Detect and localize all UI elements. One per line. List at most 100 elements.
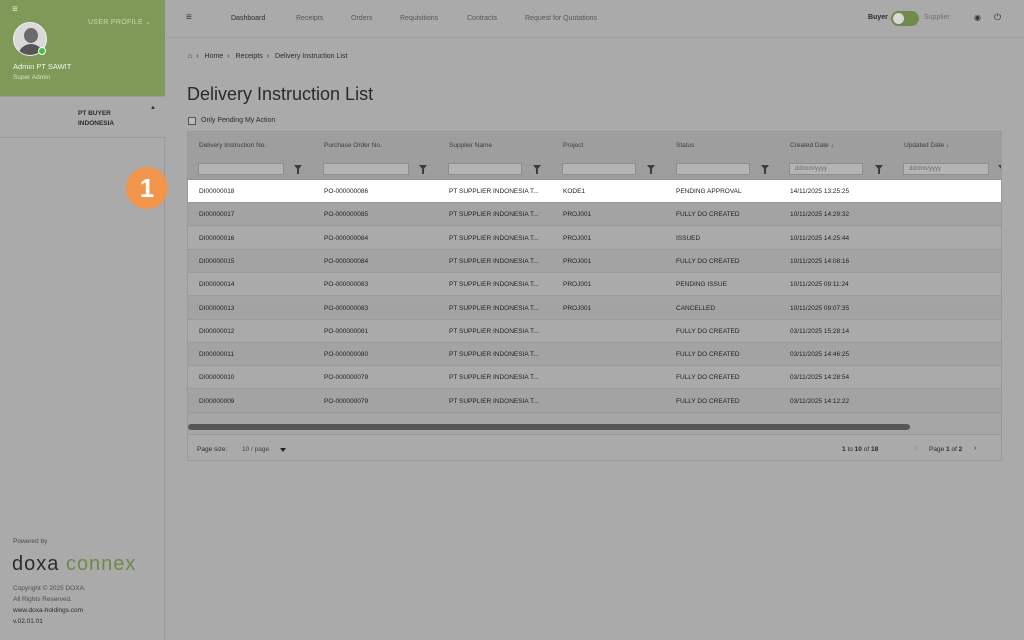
cell-status: FULLY DO CREATED: [676, 257, 740, 265]
cell-status: PENDING ISSUE: [676, 281, 727, 289]
col-created[interactable]: Created Date ↓: [790, 142, 834, 149]
cell-di-no[interactable]: DI00000015: [199, 258, 234, 265]
cell-project: PROJ001: [563, 234, 592, 242]
menu-toggle-icon[interactable]: ≡: [186, 12, 192, 23]
copyright: Copyright © 2025 DOXA. All Rights Reserv…: [13, 585, 86, 603]
cell-po-no: PO-000000083: [324, 304, 369, 312]
cell-supplier: PT SUPPLIER INDONESIA T...: [449, 351, 539, 359]
filter-supplier-input[interactable]: [448, 163, 522, 175]
col-po-no[interactable]: Purchase Order No.: [324, 142, 382, 149]
cell-di-no[interactable]: DI00000010: [199, 374, 234, 381]
filter-icon[interactable]: [875, 165, 883, 174]
col-di-no[interactable]: Delivery Instruction No.: [199, 142, 266, 149]
globe-icon[interactable]: ◉: [974, 13, 981, 22]
breadcrumb-receipts[interactable]: Receipts: [236, 53, 263, 60]
breadcrumb-home[interactable]: Home: [205, 53, 224, 60]
cell-created-date: 10/11/2025 14:08:16: [790, 257, 850, 265]
cell-di-no[interactable]: DI00000011: [199, 351, 234, 358]
cell-di-no[interactable]: DI00000013: [199, 305, 234, 312]
cell-di-no[interactable]: DI00000012: [199, 328, 234, 335]
sidebar-menu-icon[interactable]: ≡: [12, 4, 18, 15]
table-row[interactable]: DI00000013 PO-000000083 PT SUPPLIER INDONE…: [188, 296, 1001, 320]
table-row[interactable]: DI00000012 PO-000000081 PT SUPPLIER INDONE…: [188, 319, 1001, 343]
cell-supplier: PT SUPPLIER INDONESIA T...: [449, 304, 539, 312]
table-row[interactable]: DI00000014 PO-000000083 PT SUPPLIER INDONE…: [188, 273, 1001, 297]
power-icon[interactable]: ⏻: [994, 12, 1001, 23]
cell-po-no: PO-000000081: [324, 327, 369, 335]
table-row[interactable]: DI00000017 PO-000000085 PT SUPPLIER INDONE…: [188, 203, 1001, 227]
filter-po-input[interactable]: [323, 163, 409, 175]
col-updated[interactable]: Updated Date ↓: [904, 142, 949, 149]
nav-dashboard[interactable]: Dashboard: [231, 15, 265, 22]
user-profile-dropdown[interactable]: USER PROFILE ⌄: [88, 18, 151, 26]
col-project[interactable]: Project: [563, 142, 583, 149]
cell-po-no: PO-000000080: [324, 351, 369, 359]
filter-icon[interactable]: [294, 165, 302, 174]
table-row[interactable]: DI00000009 PO-000000079 PT SUPPLIER INDONE…: [188, 389, 1001, 413]
cell-supplier: PT SUPPLIER INDONESIA T...: [449, 281, 539, 289]
grid-header: Delivery Instruction No. Purchase Order …: [188, 132, 1001, 158]
prev-page-icon[interactable]: ‹: [915, 445, 917, 452]
cell-created-date: 03/11/2025 15:28:14: [790, 327, 850, 335]
pending-checkbox[interactable]: [188, 117, 196, 125]
nav-receipts[interactable]: Receipts: [296, 15, 323, 22]
sidebar: ≡ USER PROFILE ⌄ Admin PT SAWIT Super Ad…: [0, 0, 165, 640]
cell-status: CANCELLED: [676, 304, 716, 312]
table-row[interactable]: DI00000015 PO-000000084 PT SUPPLIER INDONE…: [188, 249, 1001, 273]
sort-desc-icon: ↓: [830, 142, 834, 149]
next-page-icon[interactable]: ›: [974, 445, 976, 452]
sort-desc-icon: ↓: [945, 142, 950, 149]
horizontal-scrollbar[interactable]: [188, 424, 910, 430]
cell-supplier: PT SUPPLIER INDONESIA T...: [449, 327, 539, 335]
cell-supplier: PT SUPPLIER INDONESIA T...: [449, 188, 539, 195]
range-info: 1 to 10 of 18: [842, 446, 879, 453]
col-status[interactable]: Status: [676, 142, 694, 149]
nav-rfq[interactable]: Request for Quotations: [525, 15, 597, 22]
cell-project: PROJ001: [563, 281, 592, 289]
cell-status: ISSUED: [676, 234, 701, 242]
nav-orders[interactable]: Orders: [351, 15, 372, 22]
table-row[interactable]: DI00000011 PO-000000080 PT SUPPLIER INDONE…: [188, 343, 1001, 367]
website-link[interactable]: www.doxa-holdings.com: [13, 605, 83, 616]
buyer-supplier-toggle[interactable]: [891, 11, 919, 26]
filter-updated-input[interactable]: dd/mm/yyyy: [903, 163, 989, 175]
filter-icon[interactable]: [647, 165, 655, 174]
supplier-label: Supplier: [924, 14, 950, 21]
nav-requisitions[interactable]: Requisitions: [400, 15, 438, 22]
filter-project-input[interactable]: [562, 163, 636, 175]
filter-created-input[interactable]: dd/mm/yyyy: [789, 163, 863, 175]
filter-icon[interactable]: [533, 165, 541, 174]
cell-di-no[interactable]: DI00000017: [199, 211, 234, 218]
cell-di-no[interactable]: DI00000009: [199, 398, 234, 405]
page-title: Delivery Instruction List: [187, 84, 374, 104]
nav-contracts[interactable]: Contracts: [467, 15, 497, 22]
version: v.02.01.01: [13, 618, 43, 625]
page-info: Page 1 of 2: [929, 446, 963, 453]
table-row[interactable]: DI00000010 PO-000000079 PT SUPPLIER INDONE…: [188, 366, 1001, 390]
site-info: www.doxa-holdings.com v.02.01.01: [13, 605, 83, 627]
cell-project: PROJ001: [563, 304, 592, 312]
cell-status: FULLY DO CREATED: [676, 211, 740, 219]
cell-supplier: PT SUPPLIER INDONESIA T...: [449, 211, 539, 219]
filter-status-input[interactable]: [676, 163, 750, 175]
cell-status: FULLY DO CREATED: [676, 351, 740, 359]
table-row[interactable]: DI00000016 PO-000000084 PT SUPPLIER INDONE…: [188, 226, 1001, 250]
cell-created-date: 14/11/2025 13:25:25: [790, 188, 850, 195]
filter-icon[interactable]: [761, 165, 769, 174]
cell-status: FULLY DO CREATED: [676, 374, 740, 382]
filter-icon[interactable]: [419, 165, 427, 174]
top-nav: ≡ Dashboard Receipts Orders Requisitions…: [166, 0, 1024, 38]
cell-po-no: PO-000000086: [324, 188, 369, 195]
cell-di-no[interactable]: DI00000014: [199, 281, 234, 288]
filter-di-input[interactable]: [198, 163, 284, 175]
pending-checkbox-label[interactable]: Only Pending My Action: [201, 117, 275, 124]
company-selector[interactable]: PT BUYER INDONESIA ▲: [0, 96, 165, 138]
filter-icon[interactable]: [998, 165, 1001, 170]
cell-di-no[interactable]: DI00000016: [199, 235, 234, 242]
home-icon[interactable]: ⌂: [188, 53, 192, 60]
cell-di-no[interactable]: DI00000018: [199, 188, 234, 195]
cell-po-no: PO-000000083: [324, 281, 369, 289]
col-supplier[interactable]: Supplier Name: [449, 142, 492, 149]
cell-status: PENDING APPROVAL: [676, 188, 742, 195]
table-row[interactable]: DI00000018 PO-000000086 PT SUPPLIER INDONE…: [188, 180, 1001, 203]
